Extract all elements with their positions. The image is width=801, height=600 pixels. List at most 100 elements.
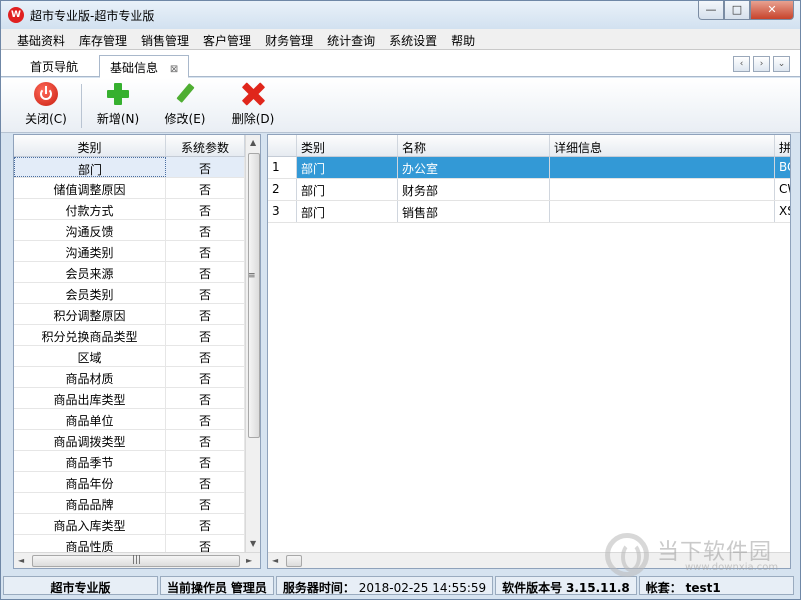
system-param-cell[interactable]: 否 [166, 304, 245, 324]
tab-list-icon[interactable]: ⌄ [773, 56, 790, 72]
category-cell[interactable]: 商品出库类型 [14, 388, 166, 408]
menu-customers[interactable]: 客户管理 [196, 29, 258, 50]
table-row[interactable]: 商品出库类型否 [14, 388, 245, 409]
add-button[interactable]: 新增(N) [92, 82, 144, 127]
table-row[interactable]: 商品材质否 [14, 367, 245, 388]
category-cell[interactable]: 商品材质 [14, 367, 166, 387]
menu-inventory[interactable]: 库存管理 [72, 29, 134, 50]
table-row[interactable]: 付款方式否 [14, 199, 245, 220]
table-row[interactable]: 会员类别否 [14, 283, 245, 304]
delete-button[interactable]: 删除(D) [227, 82, 279, 127]
system-param-cell[interactable]: 否 [166, 199, 245, 219]
table-row[interactable]: 沟通反馈否 [14, 220, 245, 241]
category-cell[interactable]: 区域 [14, 346, 166, 366]
table-row[interactable]: 储值调整原因否 [14, 178, 245, 199]
system-param-cell[interactable]: 否 [166, 388, 245, 408]
details-cell[interactable] [550, 201, 775, 222]
category-cell[interactable]: 商品季节 [14, 451, 166, 471]
column-header-system-param[interactable]: 系统参数 [166, 135, 245, 156]
table-row[interactable]: 区域否 [14, 346, 245, 367]
detail-horizontal-scrollbar[interactable]: ◄ [268, 552, 790, 568]
category-cell[interactable]: 商品调拨类型 [14, 430, 166, 450]
category-cell[interactable]: 沟通类别 [14, 241, 166, 261]
row-number-cell[interactable]: 1 [268, 157, 297, 178]
category-vertical-scrollbar[interactable]: ▲ ≡ ▼ [245, 135, 260, 552]
category-cell[interactable]: 部门 [297, 157, 398, 178]
system-param-cell[interactable]: 否 [166, 157, 245, 177]
system-param-cell[interactable]: 否 [166, 325, 245, 345]
menu-basic-data[interactable]: 基础资料 [10, 29, 72, 50]
table-row[interactable]: 商品品牌否 [14, 493, 245, 514]
scroll-left-icon[interactable]: ◄ [18, 556, 24, 565]
column-header-category[interactable]: 类别 [14, 135, 166, 156]
column-header-details[interactable]: 详细信息 [550, 135, 775, 156]
system-param-cell[interactable]: 否 [166, 220, 245, 240]
scroll-left-icon[interactable]: ◄ [272, 556, 278, 565]
table-row[interactable]: 沟通类别否 [14, 241, 245, 262]
menu-settings[interactable]: 系统设置 [382, 29, 444, 50]
row-number-cell[interactable]: 2 [268, 179, 297, 200]
menu-help[interactable]: 帮助 [444, 29, 482, 50]
tab-home-navigation[interactable]: 首页导航 [20, 55, 88, 77]
name-cell[interactable]: 财务部 [398, 179, 550, 200]
system-param-cell[interactable]: 否 [166, 262, 245, 282]
app-logo-icon[interactable]: W [8, 7, 24, 23]
category-cell[interactable]: 积分调整原因 [14, 304, 166, 324]
table-row[interactable]: 商品年份否 [14, 472, 245, 493]
system-param-cell[interactable]: 否 [166, 472, 245, 492]
table-row[interactable]: 3部门销售部 XS [268, 201, 790, 223]
table-row[interactable]: 2部门财务部 CW [268, 179, 790, 201]
category-cell[interactable]: 积分兑换商品类型 [14, 325, 166, 345]
pinyin-cell[interactable]: BG [775, 157, 790, 178]
table-row[interactable]: 部门否 [14, 157, 245, 178]
table-row[interactable]: 会员来源否 [14, 262, 245, 283]
category-cell[interactable]: 会员来源 [14, 262, 166, 282]
system-param-cell[interactable]: 否 [166, 367, 245, 387]
details-cell[interactable] [550, 157, 775, 178]
edit-button[interactable]: 修改(E) [159, 82, 211, 127]
row-number-cell[interactable]: 3 [268, 201, 297, 222]
scroll-up-icon[interactable]: ▲ [250, 138, 256, 147]
table-row[interactable]: 商品入库类型否 [14, 514, 245, 535]
table-row[interactable]: 积分调整原因否 [14, 304, 245, 325]
table-row[interactable]: 商品单位否 [14, 409, 245, 430]
scroll-right-icon[interactable]: ► [246, 556, 252, 565]
menu-finance[interactable]: 财务管理 [258, 29, 320, 50]
details-cell[interactable] [550, 179, 775, 200]
column-header-name[interactable]: 名称 [398, 135, 550, 156]
tab-next-icon[interactable]: › [753, 56, 770, 72]
pinyin-cell[interactable]: XS [775, 201, 790, 222]
system-param-cell[interactable]: 否 [166, 283, 245, 303]
system-param-cell[interactable]: 否 [166, 241, 245, 261]
category-cell[interactable]: 部门 [14, 157, 166, 177]
table-row[interactable]: 1部门办公室 BG [268, 157, 790, 179]
system-param-cell[interactable]: 否 [166, 409, 245, 429]
column-header-category[interactable]: 类别 [297, 135, 398, 156]
menu-sales[interactable]: 销售管理 [134, 29, 196, 50]
category-cell[interactable]: 部门 [297, 179, 398, 200]
category-cell[interactable]: 商品入库类型 [14, 514, 166, 534]
horizontal-scroll-thumb[interactable] [286, 555, 302, 567]
category-horizontal-scrollbar[interactable]: ◄ ||| ► [14, 552, 260, 568]
minimize-button[interactable]: — [698, 1, 724, 20]
system-param-cell[interactable]: 否 [166, 346, 245, 366]
menu-statistics[interactable]: 统计查询 [320, 29, 382, 50]
tab-close-icon[interactable]: ⊠ [170, 64, 178, 75]
table-row[interactable]: 商品调拨类型否 [14, 430, 245, 451]
close-window-button[interactable]: ✕ [750, 1, 794, 20]
maximize-button[interactable]: □ [724, 1, 750, 20]
tab-basic-info[interactable]: 基础信息 ⊠ [99, 55, 190, 78]
category-cell[interactable]: 储值调整原因 [14, 178, 166, 198]
category-cell[interactable]: 商品品牌 [14, 493, 166, 513]
name-cell[interactable]: 销售部 [398, 201, 550, 222]
category-cell[interactable]: 付款方式 [14, 199, 166, 219]
tab-prev-icon[interactable]: ‹ [733, 56, 750, 72]
system-param-cell[interactable]: 否 [166, 514, 245, 534]
system-param-cell[interactable]: 否 [166, 430, 245, 450]
category-cell[interactable]: 会员类别 [14, 283, 166, 303]
name-cell[interactable]: 办公室 [398, 157, 550, 178]
pinyin-cell[interactable]: CW [775, 179, 790, 200]
scroll-down-icon[interactable]: ▼ [250, 539, 256, 548]
column-header-pinyin[interactable]: 拼 [775, 135, 790, 156]
close-button[interactable]: 关闭(C) [21, 82, 71, 127]
